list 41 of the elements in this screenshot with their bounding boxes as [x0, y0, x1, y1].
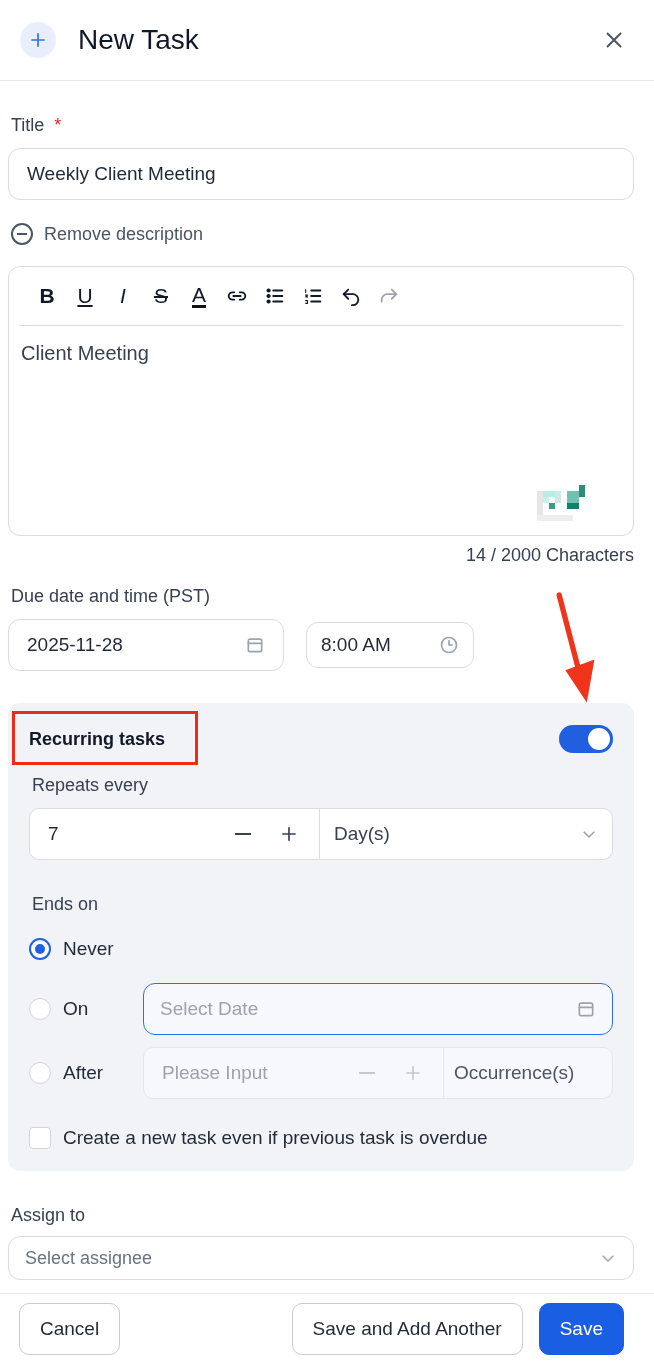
- recurring-toggle[interactable]: [559, 725, 613, 753]
- radio-option[interactable]: After: [29, 1062, 143, 1084]
- field-label: Repeats every: [32, 775, 149, 796]
- dialog-title: New Task: [78, 24, 200, 56]
- clock-icon: [439, 635, 459, 655]
- italic-button[interactable]: I: [111, 284, 135, 308]
- plus-icon: [279, 824, 299, 844]
- radio-option[interactable]: Never: [29, 938, 143, 960]
- overdue-checkbox[interactable]: Create a new task even if previous task is overdue: [29, 1127, 488, 1149]
- footer-button[interactable]: Cancel: [19, 1303, 121, 1355]
- underline-button[interactable]: U: [73, 284, 97, 308]
- character-counter: 14 / 2000 Characters: [465, 545, 634, 565]
- editor-text: Client Meeting: [20, 341, 150, 366]
- field-label: Assign to: [11, 1205, 86, 1226]
- save-button[interactable]: Save: [538, 1303, 624, 1355]
- interval-field[interactable]: 7 Day(s): [29, 808, 613, 860]
- field-label: Due date and time (PST): [11, 586, 211, 607]
- minus-icon: [235, 833, 251, 835]
- assignee-select[interactable]: Select assignee: [8, 1236, 634, 1280]
- plus-icon: [403, 1063, 423, 1083]
- remove-description-button[interactable]: Remove description: [8, 222, 204, 246]
- calendar-icon: [576, 999, 596, 1019]
- field-label: Title: [11, 115, 45, 136]
- required-mark: *: [54, 115, 62, 136]
- strikethrough-button[interactable]: S: [149, 284, 173, 308]
- radio-option[interactable]: On: [29, 998, 143, 1020]
- footer-button[interactable]: Save and Add Another: [291, 1303, 523, 1355]
- minus-icon: [359, 1072, 375, 1074]
- rich-text-editor[interactable]: B U I S A Client Meeting: [8, 266, 634, 536]
- title-input[interactable]: Weekly Client Meeting: [8, 148, 634, 200]
- date-field[interactable]: 2025-11-28: [8, 619, 284, 671]
- section-title: Recurring tasks: [29, 728, 166, 750]
- time-field[interactable]: 8:00 AM: [306, 622, 474, 668]
- calendar-icon: [245, 635, 265, 655]
- minus-circle-icon: [10, 222, 34, 246]
- occurrence-field[interactable]: Please Input Occurrence(s): [143, 1047, 613, 1099]
- bullet-list-icon: [264, 285, 286, 307]
- text-color-button[interactable]: A: [187, 284, 211, 308]
- bold-button[interactable]: B: [35, 284, 59, 308]
- add-icon: [20, 22, 56, 58]
- field-label: Ends on: [32, 894, 99, 915]
